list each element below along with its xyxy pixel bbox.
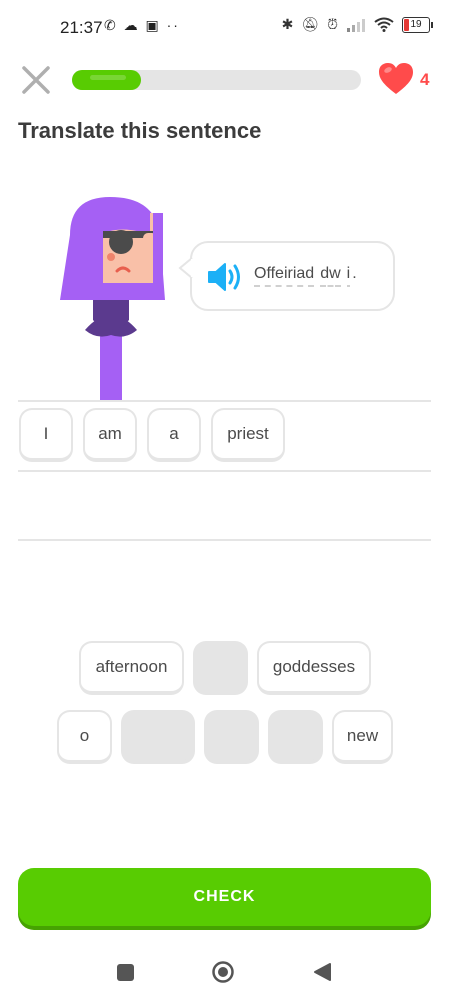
- word-bank-tile[interactable]: goddesses: [257, 641, 371, 695]
- prompt-word[interactable]: Offeiriad: [254, 265, 315, 287]
- word-bank-empty-slot: [268, 710, 323, 764]
- mute-icon: 🔕︎: [301, 16, 320, 32]
- answer-line-bottom: [18, 539, 431, 541]
- home-icon[interactable]: [212, 961, 234, 983]
- word-bank-tile[interactable]: new: [332, 710, 393, 764]
- prompt-word[interactable]: i: [346, 265, 351, 287]
- prompt-punctuation: .: [352, 265, 357, 282]
- alarm-icon: ⏰︎: [327, 16, 338, 32]
- hearts-count: 4: [420, 70, 430, 89]
- word-bank-tile[interactable]: o: [57, 710, 112, 764]
- heart-icon[interactable]: [378, 62, 414, 96]
- speaker-icon[interactable]: [207, 260, 245, 294]
- prompt-word[interactable]: dw: [320, 265, 341, 287]
- word-bank-empty-slot: [121, 710, 195, 764]
- wifi-icon: [374, 17, 394, 32]
- bluetooth-icon: ✱: [281, 16, 294, 32]
- answer-tile[interactable]: priest: [211, 408, 285, 462]
- status-notification-icons: ✆ ☁ ▣ ··: [104, 17, 180, 33]
- lesson-progress-bar: [72, 70, 361, 90]
- page-title: Translate this sentence: [18, 118, 262, 143]
- progress-fill: [72, 70, 141, 90]
- signal-icon: [347, 18, 365, 32]
- recent-apps-icon[interactable]: [117, 964, 134, 981]
- speech-bubble-tail: [178, 258, 194, 278]
- progress-shine: [90, 75, 126, 80]
- battery-icon: 19: [402, 16, 433, 33]
- answer-line-top: [18, 400, 431, 402]
- check-button[interactable]: CHECK: [18, 868, 431, 926]
- character-illustration: [60, 197, 165, 400]
- back-icon[interactable]: [312, 962, 332, 982]
- status-system-icons: ✱ 🔕︎ ⏰︎ 19: [281, 16, 433, 33]
- word-bank-empty-slot: [204, 710, 259, 764]
- word-bank-tile[interactable]: afternoon: [79, 641, 184, 695]
- prompt-sentence: Offeiriad dw i.: [254, 265, 357, 287]
- close-icon[interactable]: [22, 66, 50, 94]
- answer-tile[interactable]: a: [147, 408, 201, 462]
- answer-tile[interactable]: I: [19, 408, 73, 462]
- word-bank-empty-slot: [193, 641, 248, 695]
- status-time: 21:37: [60, 18, 103, 37]
- answer-tile[interactable]: am: [83, 408, 137, 462]
- answer-line-middle: [18, 470, 431, 472]
